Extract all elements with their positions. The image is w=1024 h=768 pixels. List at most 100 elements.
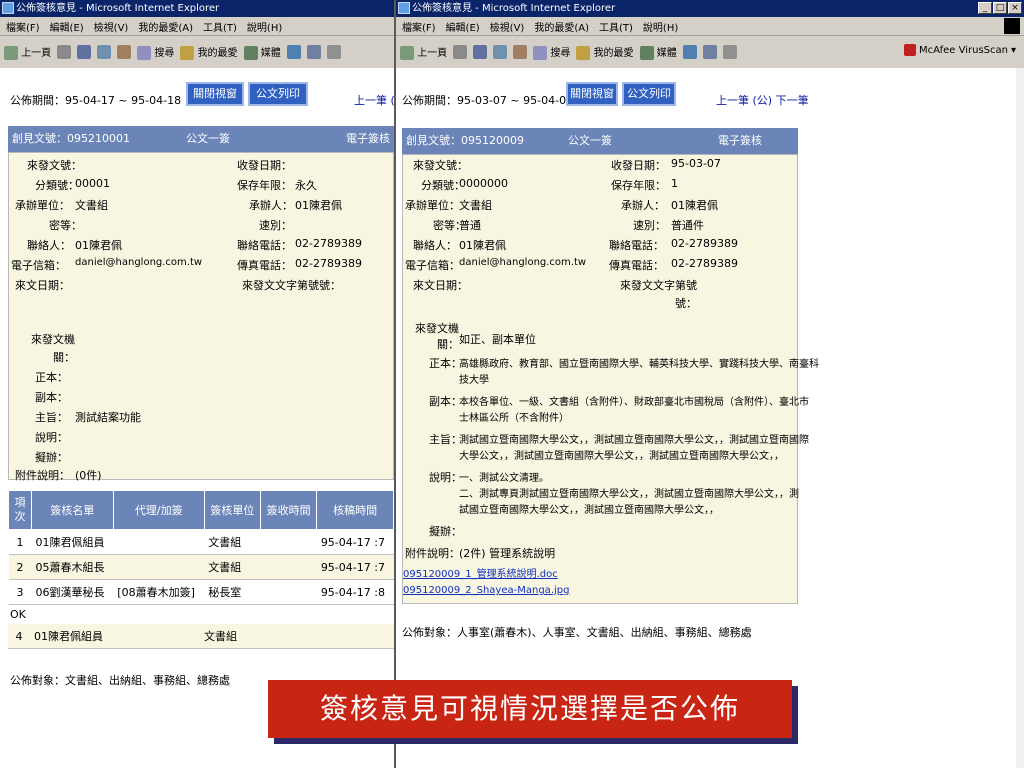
col-unit: 簽核單位 (203, 490, 262, 530)
label-class-no: 分類號： (35, 179, 79, 192)
menu-edit[interactable]: 編輯(E) (50, 19, 84, 34)
value-phone: 02-2789389 (295, 237, 362, 250)
left-prev-link[interactable]: 上一筆 ( (354, 92, 394, 108)
left-publish-audience: 公佈對象：文書組、出納組、事務組、總務處 (10, 674, 230, 687)
menu-tools[interactable]: 工具(T) (599, 19, 633, 34)
right-doc-header: 創見文號：095120009 公文一簽 電子簽核 (402, 128, 798, 154)
value-retention: 1 (671, 177, 678, 190)
caption-banner: 簽核意見可視情況選擇是否公佈 (268, 680, 792, 738)
right-nav-links[interactable]: 上一筆 (公) 下一筆 (716, 92, 809, 108)
table-row: 4 01陳君佩組員 文書組 (8, 624, 394, 649)
print-icon[interactable] (722, 45, 737, 59)
value-original-line2: 技大學 (459, 375, 489, 386)
right-close-window-button[interactable]: 關閉視窗 (566, 82, 618, 106)
value-source-agency: 如正、副本單位 (459, 333, 536, 346)
value-description-line1: 一、測試公文清理。 (459, 473, 549, 484)
refresh-icon[interactable] (493, 45, 508, 59)
minimize-icon[interactable]: _ (978, 2, 992, 14)
left-doc-class: 公文一簽 (186, 132, 230, 145)
left-close-window-button[interactable]: 關閉視窗 (186, 82, 244, 106)
right-browser-window: 公佈簽核意見 - Microsoft Internet Explorer _ □… (396, 0, 1024, 768)
right-publish-audience: 公佈對象：人事室(蕭春木)、人事室、文書組、出納組、事務組、總務處 (402, 626, 752, 639)
label-contact: 聯絡人： (27, 239, 71, 252)
print-icon[interactable] (326, 45, 341, 59)
mail-icon[interactable] (702, 45, 717, 59)
close-icon[interactable]: × (1008, 2, 1022, 14)
left-window-title: 公佈簽核意見 - Microsoft Internet Explorer (16, 3, 220, 14)
menu-help[interactable]: 說明(H) (643, 19, 678, 34)
label-email: 電子信箱： (11, 259, 66, 272)
window-controls: _ □ × (978, 2, 1022, 14)
left-print-button[interactable]: 公文列印 (248, 82, 308, 106)
value-fax: 02-2789389 (671, 257, 738, 270)
label-fax: 傳真電話： (609, 259, 664, 272)
col-item-no: 項次 (8, 490, 32, 530)
attachment-link-jpg[interactable]: 095120009_2_Shayea-Manga.jpg (403, 585, 569, 596)
value-handler: 01陳君佩 (295, 199, 342, 212)
refresh-icon[interactable] (97, 45, 112, 59)
label-description: 說明： (429, 471, 462, 484)
left-doc-type: 電子簽核 (346, 132, 390, 145)
label-phone: 聯絡電話： (609, 239, 664, 252)
label-recv-doc-date: 來文日期： (413, 279, 468, 292)
forward-arrow-icon[interactable] (57, 45, 72, 59)
back-arrow-icon (4, 46, 18, 60)
forward-arrow-icon[interactable] (453, 45, 468, 59)
search-button[interactable]: 搜尋 (137, 44, 174, 60)
favorites-icon (576, 46, 591, 60)
menu-file[interactable]: 檔案(F) (6, 19, 40, 34)
right-title-bar: 公佈簽核意見 - Microsoft Internet Explorer _ □… (396, 0, 1024, 17)
attachment-link-doc[interactable]: 095120009_1_管理系統說明.doc (403, 565, 558, 580)
menu-help[interactable]: 說明(H) (247, 19, 282, 34)
right-scrollbar[interactable] (1015, 68, 1024, 768)
label-email: 電子信箱： (405, 259, 460, 272)
favorites-button[interactable]: 我的最愛 (576, 44, 634, 60)
media-icon (243, 46, 258, 60)
home-icon[interactable] (513, 45, 528, 59)
value-recv-date: 95-03-07 (671, 157, 721, 170)
search-button[interactable]: 搜尋 (533, 44, 570, 60)
stop-icon[interactable] (77, 45, 92, 59)
menu-view[interactable]: 檢視(V) (490, 19, 525, 34)
label-recv-date: 收發日期： (237, 159, 292, 172)
back-button[interactable]: 上一頁 (4, 44, 51, 60)
history-icon[interactable] (682, 45, 697, 59)
label-handler: 承辦人： (249, 199, 293, 212)
media-button[interactable]: 媒體 (639, 44, 677, 60)
media-button[interactable]: 媒體 (243, 44, 281, 60)
back-button[interactable]: 上一頁 (400, 44, 447, 60)
col-signer: 簽核名單 (31, 490, 114, 530)
mail-icon[interactable] (306, 45, 321, 59)
label-doc-word-no: 來發文文字第號號： (620, 279, 697, 310)
favorites-button[interactable]: 我的最愛 (180, 44, 238, 60)
value-original-line1: 高雄縣政府、教育部、國立暨南國際大學、輔英科技大學、實踐科技大學、南臺科 (459, 359, 819, 370)
left-doc-form: 來發文號： 收發日期： 分類號： 00001 保存年限： 永久 承辦單位： 文書… (8, 152, 394, 482)
right-window-title: 公佈簽核意見 - Microsoft Internet Explorer (412, 3, 616, 14)
table-row: 2 05蕭春木組長 文書組 95-04-17 :7 (8, 554, 394, 580)
menu-edit[interactable]: 編輯(E) (446, 19, 480, 34)
mcafee-toolbar[interactable]: McAfee VirusScan ▾ (903, 44, 1016, 56)
menu-file[interactable]: 檔案(F) (402, 19, 436, 34)
value-contact: 01陳君佩 (75, 239, 122, 252)
label-unit: 承辦單位： (15, 199, 70, 212)
maximize-icon[interactable]: □ (993, 2, 1007, 14)
history-icon[interactable] (286, 45, 301, 59)
value-copy-line2: 士林區公所（不含附件） (459, 413, 569, 424)
left-doc-number: 創見文號：095210001 (12, 132, 130, 145)
menu-favorites[interactable]: 我的最愛(A) (534, 19, 589, 34)
value-class-no: 00001 (75, 177, 110, 190)
mcafee-icon (903, 44, 916, 56)
value-email: daniel@hanglong.com.tw (75, 257, 203, 268)
value-description-line3: 試國立暨南國際大學公文，，測試國立暨南國際大學公文，， (459, 505, 719, 516)
label-retention: 保存年限： (611, 179, 666, 192)
home-icon[interactable] (117, 45, 132, 59)
value-email: daniel@hanglong.com.tw (459, 257, 587, 268)
menu-tools[interactable]: 工具(T) (203, 19, 237, 34)
menu-favorites[interactable]: 我的最愛(A) (138, 19, 193, 34)
value-contact: 01陳君佩 (459, 239, 506, 252)
left-title-bar: 公佈簽核意見 - Microsoft Internet Explorer (0, 0, 394, 17)
left-page-content: 公佈期間：95-04-17 ~ 95-04-18 關閉視窗 公文列印 上一筆 (… (0, 68, 394, 768)
menu-view[interactable]: 檢視(V) (94, 19, 129, 34)
stop-icon[interactable] (473, 45, 488, 59)
right-print-button[interactable]: 公文列印 (622, 82, 676, 106)
